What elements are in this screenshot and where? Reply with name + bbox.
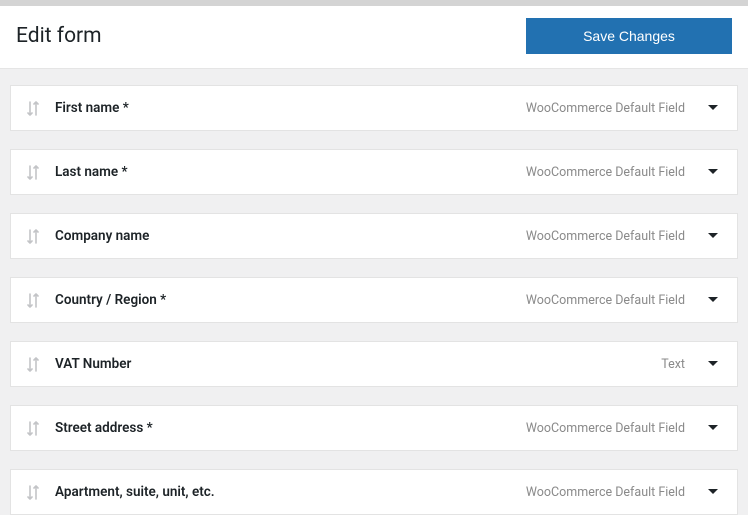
- field-label: First name *: [55, 100, 526, 116]
- field-label: Last name *: [55, 164, 526, 180]
- drag-handle-icon[interactable]: [21, 357, 45, 372]
- drag-handle-icon[interactable]: [21, 165, 45, 180]
- page-header: Edit form Save Changes: [0, 6, 748, 69]
- save-changes-button[interactable]: Save Changes: [526, 18, 732, 54]
- drag-handle-icon[interactable]: [21, 485, 45, 500]
- field-label: Apartment, suite, unit, etc.: [55, 484, 526, 500]
- drag-handle-icon[interactable]: [21, 293, 45, 308]
- field-type-label: WooCommerce Default Field: [526, 485, 685, 500]
- drag-handle-icon[interactable]: [21, 101, 45, 116]
- fields-list: First name * WooCommerce Default Field L…: [0, 69, 748, 515]
- field-type-label: Text: [661, 357, 685, 372]
- field-row[interactable]: Company name WooCommerce Default Field: [10, 213, 738, 259]
- field-row[interactable]: Country / Region * WooCommerce Default F…: [10, 277, 738, 323]
- page-title: Edit form: [16, 24, 102, 48]
- field-label: VAT Number: [55, 356, 661, 372]
- field-type-label: WooCommerce Default Field: [526, 101, 685, 116]
- field-label: Country / Region *: [55, 292, 526, 308]
- caret-down-icon[interactable]: [705, 296, 721, 304]
- field-type-label: WooCommerce Default Field: [526, 293, 685, 308]
- caret-down-icon[interactable]: [705, 424, 721, 432]
- field-type-label: WooCommerce Default Field: [526, 421, 685, 436]
- field-row[interactable]: Last name * WooCommerce Default Field: [10, 149, 738, 195]
- caret-down-icon[interactable]: [705, 488, 721, 496]
- field-label: Street address *: [55, 420, 526, 436]
- field-type-label: WooCommerce Default Field: [526, 229, 685, 244]
- caret-down-icon[interactable]: [705, 360, 721, 368]
- caret-down-icon[interactable]: [705, 104, 721, 112]
- field-type-label: WooCommerce Default Field: [526, 165, 685, 180]
- drag-handle-icon[interactable]: [21, 421, 45, 436]
- field-row[interactable]: Street address * WooCommerce Default Fie…: [10, 405, 738, 451]
- caret-down-icon[interactable]: [705, 168, 721, 176]
- field-label: Company name: [55, 228, 526, 244]
- field-row[interactable]: Apartment, suite, unit, etc. WooCommerce…: [10, 469, 738, 515]
- field-row[interactable]: VAT Number Text: [10, 341, 738, 387]
- field-row[interactable]: First name * WooCommerce Default Field: [10, 85, 738, 131]
- drag-handle-icon[interactable]: [21, 229, 45, 244]
- caret-down-icon[interactable]: [705, 232, 721, 240]
